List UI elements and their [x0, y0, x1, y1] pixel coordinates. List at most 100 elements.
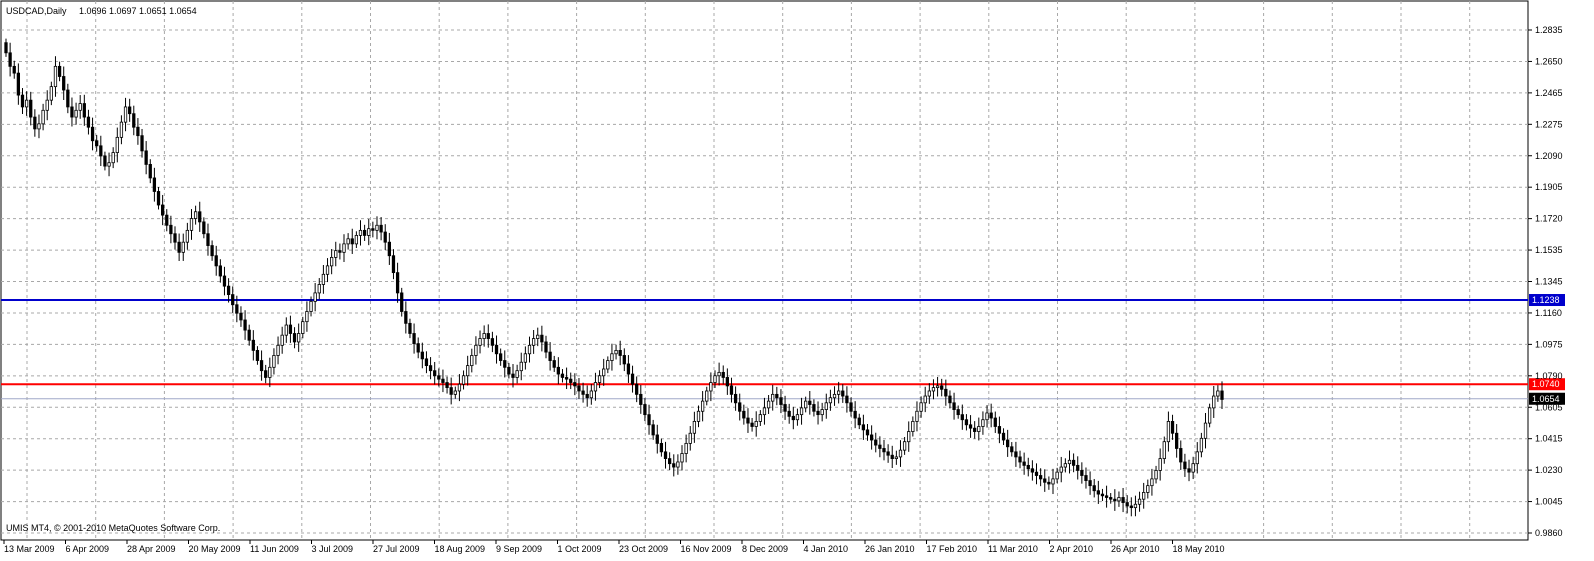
time-axis: 13 Mar 2009 6 Apr 2009 28 Apr 2009 20 May 2…: [3, 540, 1225, 554]
y-tick-label: 1.2275: [1535, 119, 1563, 129]
candle-body: [49, 86, 53, 101]
candle-body: [655, 434, 659, 444]
candle-body: [507, 366, 511, 375]
y-tick-label: 1.2090: [1535, 151, 1563, 161]
candle-body: [882, 448, 886, 453]
candle-body: [78, 103, 82, 111]
candle-body: [1026, 464, 1030, 470]
candle-body: [1034, 471, 1039, 476]
candle-body: [729, 385, 734, 395]
candle-body: [437, 375, 441, 380]
candle-body: [1092, 485, 1096, 492]
candle-body: [255, 349, 260, 361]
candle-body: [783, 404, 787, 412]
candle-body: [531, 338, 536, 346]
x-tick-label: 17 Feb 2010: [927, 544, 978, 554]
candle-body: [898, 449, 903, 458]
candle-body: [668, 458, 672, 465]
candle-body: [41, 109, 45, 125]
candle-body: [762, 407, 767, 416]
candle-body: [713, 375, 717, 383]
candle-body: [1038, 475, 1043, 480]
candle-body: [189, 218, 194, 231]
candle-body: [433, 370, 437, 377]
candle-body: [771, 393, 775, 402]
candle-body: [53, 65, 58, 88]
candle-body: [837, 390, 841, 395]
candle-body: [964, 419, 969, 426]
y-tick-label: 1.1160: [1535, 308, 1562, 318]
candle-body: [354, 235, 359, 245]
candle-body: [1051, 478, 1055, 485]
candle-body: [181, 241, 185, 253]
candle-body: [540, 334, 544, 343]
candle-body: [915, 410, 919, 422]
candle-body: [165, 214, 169, 226]
candle-body: [865, 429, 870, 436]
candle-body: [1216, 390, 1220, 397]
candle-body: [672, 463, 676, 468]
candle-body: [548, 351, 552, 361]
candle-body: [709, 382, 713, 392]
candle-body: [643, 404, 647, 416]
candle-body: [1191, 463, 1195, 473]
candlestick-chart[interactable]: 1.12381.07401.0654 1.28351.26501.24651.2…: [0, 0, 1594, 561]
candle-body: [4, 42, 8, 54]
candle-body: [313, 292, 317, 302]
candle-body: [993, 417, 997, 427]
candle-body: [527, 344, 532, 355]
candle-body: [457, 383, 462, 392]
plot-border: [0, 0, 1529, 541]
candle-body: [564, 377, 569, 380]
candle-body: [1150, 478, 1154, 487]
candle-body: [552, 360, 556, 368]
candle-body: [795, 414, 800, 421]
candle-body: [1187, 468, 1191, 473]
candle-body: [874, 439, 878, 446]
candle-body: [395, 272, 400, 294]
candle-body: [1133, 503, 1138, 509]
candle-body: [886, 451, 890, 456]
candle-body: [449, 387, 453, 395]
candle-body: [659, 442, 664, 453]
candle-body: [820, 409, 824, 416]
candle-body: [1113, 498, 1117, 502]
candle-body: [445, 382, 449, 388]
candle-body: [1047, 481, 1051, 485]
candle-body: [519, 361, 523, 372]
candle-body: [371, 228, 375, 231]
candle-body: [441, 378, 445, 383]
candle-body: [618, 349, 622, 356]
y-tick-label: 1.1905: [1535, 182, 1563, 192]
y-tick-label: 1.0415: [1535, 434, 1563, 444]
candle-body: [985, 412, 989, 421]
candle-body: [861, 424, 866, 431]
candle-body: [301, 321, 305, 334]
candle-body: [931, 387, 936, 392]
candle-body: [944, 388, 948, 397]
y-tick-label: 1.0975: [1535, 339, 1563, 349]
candle-body: [470, 355, 474, 367]
candle-body: [1006, 439, 1010, 448]
candle-body: [816, 410, 820, 416]
candle-body: [12, 65, 16, 74]
candle-body: [268, 366, 272, 378]
candle-body: [750, 422, 754, 427]
candle-body: [1059, 466, 1063, 473]
candle-body: [115, 136, 119, 153]
chart-symbol: USDCAD,Daily: [6, 6, 67, 16]
candle-body: [334, 250, 338, 258]
candle-body: [577, 385, 581, 392]
candle-body: [849, 402, 853, 412]
candle-body: [832, 393, 837, 399]
candle-body: [152, 177, 157, 192]
x-tick-label: 23 Oct 2009: [619, 544, 668, 554]
candle-body: [845, 395, 849, 404]
x-tick-label: 2 Apr 2010: [1050, 544, 1094, 554]
candle-body: [569, 378, 573, 383]
candle-body: [635, 383, 639, 395]
y-tick-label: 1.2465: [1535, 88, 1563, 98]
candle-body: [251, 339, 255, 351]
candle-body: [824, 402, 828, 410]
candle-body: [775, 393, 779, 399]
